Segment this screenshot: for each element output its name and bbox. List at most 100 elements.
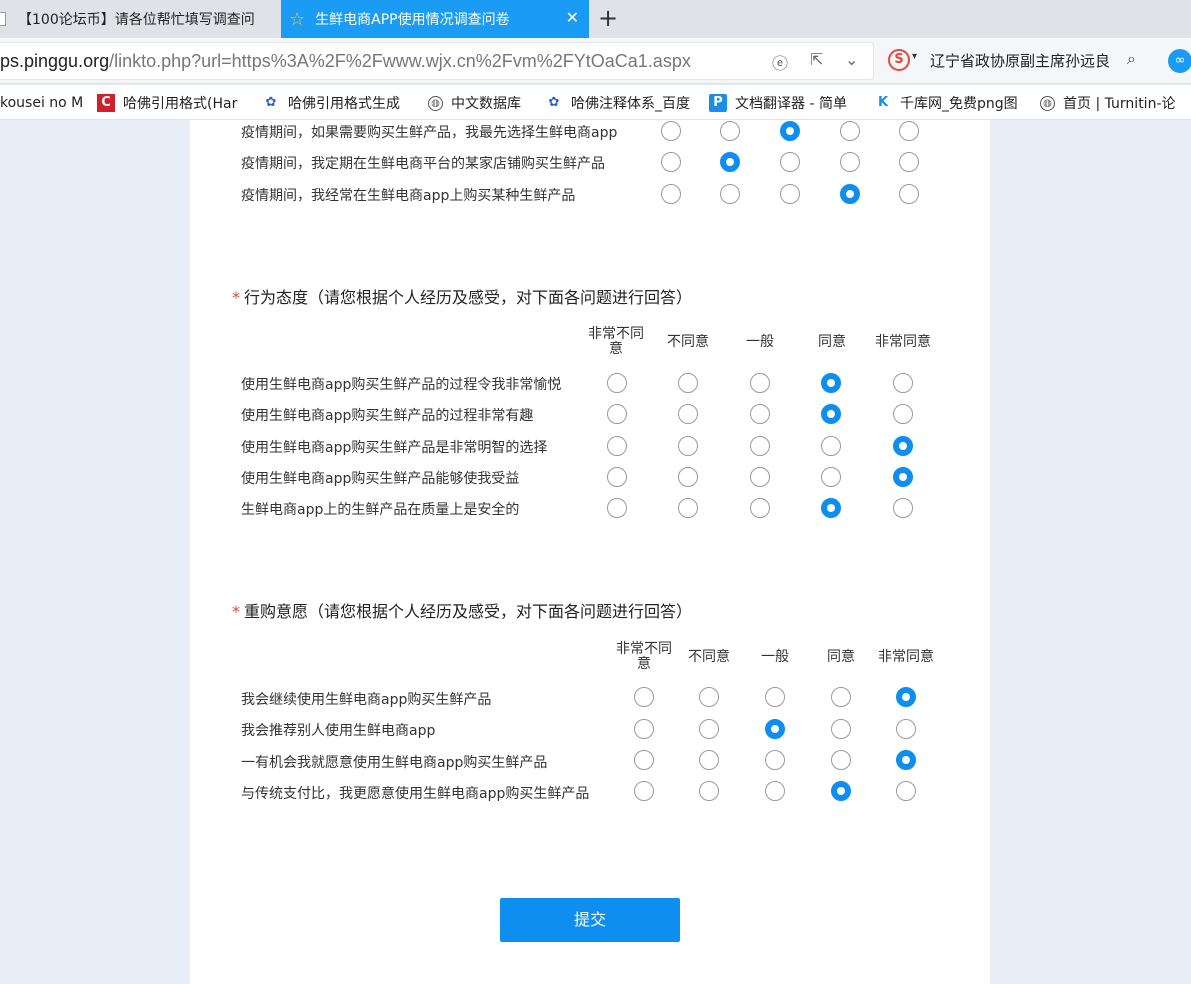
bookmark-chinese-db[interactable]: ◍ 中文数据库 — [428, 93, 532, 113]
radio-option[interactable] — [765, 750, 785, 770]
row-label: 使用生鲜电商app购买生鲜产品能够使我受益 — [241, 471, 520, 487]
tab-forum[interactable]: 【100论坛币】请各位帮忙填写调查问 — [0, 0, 280, 38]
bookmark-turnitin[interactable]: ◍ 首页 | Turnitin-论 — [1040, 93, 1191, 113]
radio-option[interactable] — [765, 687, 785, 707]
extension-icon[interactable]: ∞ — [1168, 49, 1191, 73]
radio-option[interactable] — [634, 750, 654, 770]
radio-option[interactable] — [699, 781, 719, 801]
search-icon[interactable]: ⌕ — [1127, 49, 1136, 69]
radio-option[interactable] — [720, 152, 740, 172]
radio-option[interactable] — [661, 121, 681, 141]
radio-option[interactable] — [821, 467, 841, 487]
row-label: 疫情期间，我定期在生鲜电商平台的某家店铺购买生鲜产品 — [241, 156, 605, 172]
column-header: 不同意 — [667, 334, 709, 350]
column-header: 一般 — [761, 649, 789, 665]
radio-option[interactable] — [607, 498, 627, 518]
radio-option[interactable] — [899, 121, 919, 141]
new-tab-icon[interactable]: + — [598, 4, 618, 32]
radio-option[interactable] — [780, 152, 800, 172]
bookmark-doc-translator[interactable]: P 文档翻译器 - 简单 — [709, 93, 857, 113]
radio-option[interactable] — [896, 687, 916, 707]
radio-option[interactable] — [750, 467, 770, 487]
column-header: 非常同意 — [878, 649, 934, 665]
c-icon: C — [97, 94, 115, 112]
bookmark-label: 首页 | Turnitin-论 — [1063, 96, 1176, 112]
radio-option[interactable] — [699, 750, 719, 770]
radio-option[interactable] — [750, 373, 770, 393]
radio-option[interactable] — [750, 436, 770, 456]
radio-option[interactable] — [699, 687, 719, 707]
radio-option[interactable] — [750, 404, 770, 424]
radio-option[interactable] — [896, 750, 916, 770]
radio-option[interactable] — [750, 498, 770, 518]
radio-option[interactable] — [831, 750, 851, 770]
radio-option[interactable] — [831, 719, 851, 739]
close-icon[interactable]: ✕ — [566, 8, 579, 27]
share-icon[interactable]: ⇱ — [810, 50, 823, 69]
radio-option[interactable] — [678, 498, 698, 518]
bookmark-qianku[interactable]: K 千库网_免费png图 — [874, 93, 1024, 113]
required-mark: * — [232, 288, 240, 307]
url-field[interactable]: ps.pinggu.org/linkto.php?url=https%3A%2F… — [0, 42, 874, 80]
search-engine-text[interactable]: 辽宁省政协原副主席孙远良 — [930, 50, 1120, 71]
chevron-down-icon[interactable]: ⌄ — [845, 50, 858, 69]
radio-option[interactable] — [899, 152, 919, 172]
radio-option[interactable] — [699, 719, 719, 739]
ie-mode-icon[interactable]: ⓔ — [772, 50, 788, 74]
radio-option[interactable] — [780, 184, 800, 204]
row-label: 我会推荐别人使用生鲜电商app — [241, 723, 436, 739]
submit-button[interactable]: 提交 — [500, 898, 680, 942]
paw-icon: ✿ — [265, 95, 277, 110]
radio-option[interactable] — [896, 781, 916, 801]
bookmark-label: kousei no M — [0, 95, 82, 111]
row-label: 使用生鲜电商app购买生鲜产品是非常明智的选择 — [241, 440, 548, 456]
radio-option[interactable] — [607, 373, 627, 393]
radio-option[interactable] — [893, 467, 913, 487]
radio-option[interactable] — [678, 404, 698, 424]
radio-option[interactable] — [899, 184, 919, 204]
radio-option[interactable] — [893, 404, 913, 424]
sogou-search-icon[interactable]: S — [888, 49, 910, 71]
radio-option[interactable] — [607, 467, 627, 487]
radio-option[interactable] — [678, 373, 698, 393]
radio-option[interactable] — [765, 719, 785, 739]
bookmark-harvard-cite[interactable]: C 哈佛引用格式(Har — [97, 93, 243, 113]
radio-option[interactable] — [893, 498, 913, 518]
radio-option[interactable] — [607, 436, 627, 456]
column-header: 非常同意 — [875, 334, 931, 350]
radio-option[interactable] — [720, 121, 740, 141]
radio-option[interactable] — [831, 781, 851, 801]
radio-option[interactable] — [821, 436, 841, 456]
radio-option[interactable] — [840, 121, 860, 141]
tab-survey-active[interactable]: ☆ 生鲜电商APP使用情况调查问卷 ✕ — [281, 0, 589, 38]
radio-option[interactable] — [678, 467, 698, 487]
k-icon: K — [877, 95, 889, 110]
radio-option[interactable] — [661, 152, 681, 172]
radio-option[interactable] — [661, 184, 681, 204]
radio-option[interactable] — [765, 781, 785, 801]
bookmark-harvard-generator[interactable]: ✿ 哈佛引用格式生成 — [262, 93, 410, 113]
dropdown-caret-icon[interactable]: ▾ — [912, 51, 917, 62]
radio-option[interactable] — [607, 404, 627, 424]
radio-option[interactable] — [821, 498, 841, 518]
bookmark-kousei[interactable]: kousei no M — [0, 93, 82, 113]
radio-option[interactable] — [840, 184, 860, 204]
radio-option[interactable] — [634, 719, 654, 739]
radio-option[interactable] — [896, 719, 916, 739]
radio-option[interactable] — [893, 436, 913, 456]
radio-option[interactable] — [831, 687, 851, 707]
radio-option[interactable] — [780, 121, 800, 141]
radio-option[interactable] — [634, 781, 654, 801]
row-label: 一有机会我就愿意使用生鲜电商app购买生鲜产品 — [241, 755, 548, 771]
radio-option[interactable] — [634, 687, 654, 707]
bookmark-label: 中文数据库 — [451, 96, 521, 112]
radio-option[interactable] — [720, 184, 740, 204]
bookmark-harvard-notes[interactable]: ✿ 哈佛注释体系_百度 — [545, 93, 693, 113]
radio-option[interactable] — [678, 436, 698, 456]
radio-option[interactable] — [840, 152, 860, 172]
radio-option[interactable] — [821, 404, 841, 424]
tab-label: 生鲜电商APP使用情况调查问卷 — [315, 12, 510, 28]
radio-option[interactable] — [821, 373, 841, 393]
radio-option[interactable] — [893, 373, 913, 393]
column-header: 同意 — [827, 649, 855, 665]
